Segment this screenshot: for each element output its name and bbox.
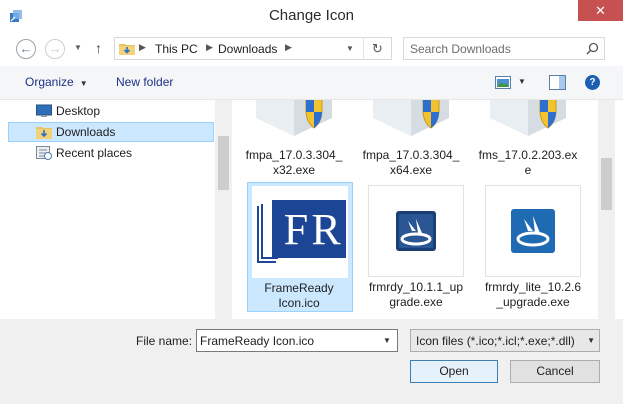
- file-item-frmrdy-lite-upgrade[interactable]: frmrdy_lite_10.2.6 _upgrade.exe: [481, 182, 587, 312]
- navigation-bar: ← → ▼ ↑ ▶ This PC ▶ Downloads ▶ ▼ ↻: [0, 31, 623, 66]
- forward-button[interactable]: →: [45, 39, 65, 59]
- file-name-label: File name:: [136, 334, 193, 348]
- window-title: Change Icon: [268, 7, 355, 24]
- search-icon[interactable]: [586, 42, 599, 55]
- title-bar: Change Icon ✕: [0, 0, 623, 31]
- file-name: FrameReady Icon.ico: [247, 281, 351, 311]
- file-name: fms_17.0.2.203.ex e: [476, 148, 580, 178]
- command-bar: Organize ▼ New folder ▼ ?: [0, 66, 623, 100]
- sidebar-item-label: Downloads: [56, 125, 116, 139]
- breadcrumb-separator[interactable]: ▶: [139, 42, 146, 53]
- file-name: frmrdy_lite_10.2.6 _upgrade.exe: [481, 280, 585, 310]
- file-name: frmrdy_10.1.1_up grade.exe: [364, 280, 468, 310]
- search-box[interactable]: [403, 37, 605, 60]
- file-name-input[interactable]: [200, 330, 378, 351]
- recent-locations-dropdown[interactable]: ▼: [74, 43, 82, 52]
- downloads-folder-icon: [36, 127, 52, 139]
- preview-pane-icon[interactable]: [549, 75, 566, 90]
- cancel-button[interactable]: Cancel: [510, 360, 600, 383]
- change-view-icon[interactable]: [495, 76, 511, 89]
- installer-shield-icon: [373, 100, 449, 136]
- footer-panel: File name: ▼ Icon files (*.ico;*.icl;*.e…: [0, 319, 623, 404]
- sidebar-item-recent-places[interactable]: Recent places: [8, 143, 214, 163]
- chevron-down-icon: ▼: [79, 79, 88, 88]
- file-item-frmrdy-upgrade[interactable]: frmrdy_10.1.1_up grade.exe: [364, 182, 470, 312]
- desktop-icon: [36, 104, 52, 117]
- file-name: fmpa_17.0.3.304_ x64.exe: [359, 148, 463, 178]
- sidebar-item-desktop[interactable]: Desktop: [8, 101, 214, 121]
- file-name-line: fmpa_17.0.3.304_: [245, 148, 343, 162]
- file-name-line: fmpa_17.0.3.304_: [362, 148, 460, 162]
- frameready-logo-icon: F R: [252, 186, 348, 278]
- logo-letter-f: F: [284, 205, 308, 254]
- more-options-dropdown[interactable]: ▼: [518, 77, 526, 86]
- close-button[interactable]: ✕: [578, 0, 623, 21]
- file-name-line: e: [524, 163, 532, 177]
- open-button[interactable]: Open: [410, 360, 498, 383]
- breadcrumb-downloads[interactable]: Downloads: [218, 42, 277, 56]
- scrollbar-thumb[interactable]: [218, 136, 229, 190]
- organize-label: Organize: [25, 75, 74, 89]
- file-name-line: frmrdy_10.1.1_up: [368, 280, 464, 294]
- file-name-line: _upgrade.exe: [496, 295, 570, 309]
- file-list: fmpa_17.0.3.304_ x32.exe fmpa_17.0.3.304…: [232, 100, 598, 319]
- sidebar-item-label: Desktop: [56, 104, 101, 118]
- search-input[interactable]: [410, 38, 580, 59]
- recent-places-icon: [36, 146, 52, 160]
- file-name-line: fms_17.0.2.203.ex: [478, 148, 578, 162]
- file-name: fmpa_17.0.3.304_ x32.exe: [242, 148, 346, 178]
- file-type-value: Icon files (*.ico;*.icl;*.exe;*.dll): [416, 334, 575, 348]
- file-name-line: x32.exe: [272, 163, 316, 177]
- up-button[interactable]: ↑: [95, 40, 102, 56]
- file-item-fmpa-x32[interactable]: fmpa_17.0.3.304_ x32.exe: [242, 100, 348, 180]
- address-dropdown[interactable]: ▼: [341, 38, 359, 59]
- navigation-pane: Desktop Downloads Recent places: [0, 100, 232, 319]
- installer-shield-icon: [256, 100, 332, 136]
- downloads-folder-icon: [119, 44, 135, 55]
- organize-button[interactable]: Organize ▼: [25, 75, 88, 89]
- help-icon[interactable]: ?: [585, 75, 600, 90]
- logo-letter-r: R: [311, 205, 341, 254]
- file-name-combobox[interactable]: ▼: [196, 329, 398, 352]
- breadcrumb-separator[interactable]: ▶: [285, 42, 292, 53]
- address-bar[interactable]: ▶ This PC ▶ Downloads ▶ ▼ ↻: [114, 37, 392, 60]
- refresh-icon[interactable]: ↻: [363, 38, 391, 59]
- file-name-line: frmrdy_lite_10.2.6: [484, 280, 582, 294]
- navigation-scrollbar[interactable]: [215, 100, 232, 319]
- back-button[interactable]: ←: [16, 39, 36, 59]
- scrollbar-thumb[interactable]: [601, 158, 612, 210]
- file-name-line: Icon.ico: [278, 296, 320, 310]
- file-name-line: x64.exe: [389, 163, 433, 177]
- file-item-fms[interactable]: fms_17.0.2.203.ex e: [476, 100, 582, 180]
- file-type-select[interactable]: Icon files (*.ico;*.icl;*.exe;*.dll) ▼: [410, 329, 600, 352]
- file-name-line: FrameReady: [264, 281, 334, 295]
- sidebar-item-label: Recent places: [56, 146, 133, 160]
- installer-shield-icon: [490, 100, 566, 136]
- sidebar-item-downloads[interactable]: Downloads: [8, 122, 214, 142]
- frmrdy-lite-app-icon: [485, 185, 581, 277]
- breadcrumb-this-pc[interactable]: This PC: [155, 42, 198, 56]
- new-folder-button[interactable]: New folder: [116, 75, 173, 89]
- chevron-down-icon: ▼: [587, 336, 595, 345]
- breadcrumb-separator[interactable]: ▶: [206, 42, 213, 53]
- file-list-scrollbar[interactable]: [598, 100, 615, 319]
- chevron-down-icon[interactable]: ▼: [380, 330, 394, 351]
- frmrdy-app-icon: [368, 185, 464, 277]
- file-item-frameready-icon[interactable]: F R FrameReady Icon.ico: [247, 182, 353, 312]
- file-name-line: grade.exe: [389, 295, 443, 309]
- file-item-fmpa-x64[interactable]: fmpa_17.0.3.304_ x64.exe: [359, 100, 465, 180]
